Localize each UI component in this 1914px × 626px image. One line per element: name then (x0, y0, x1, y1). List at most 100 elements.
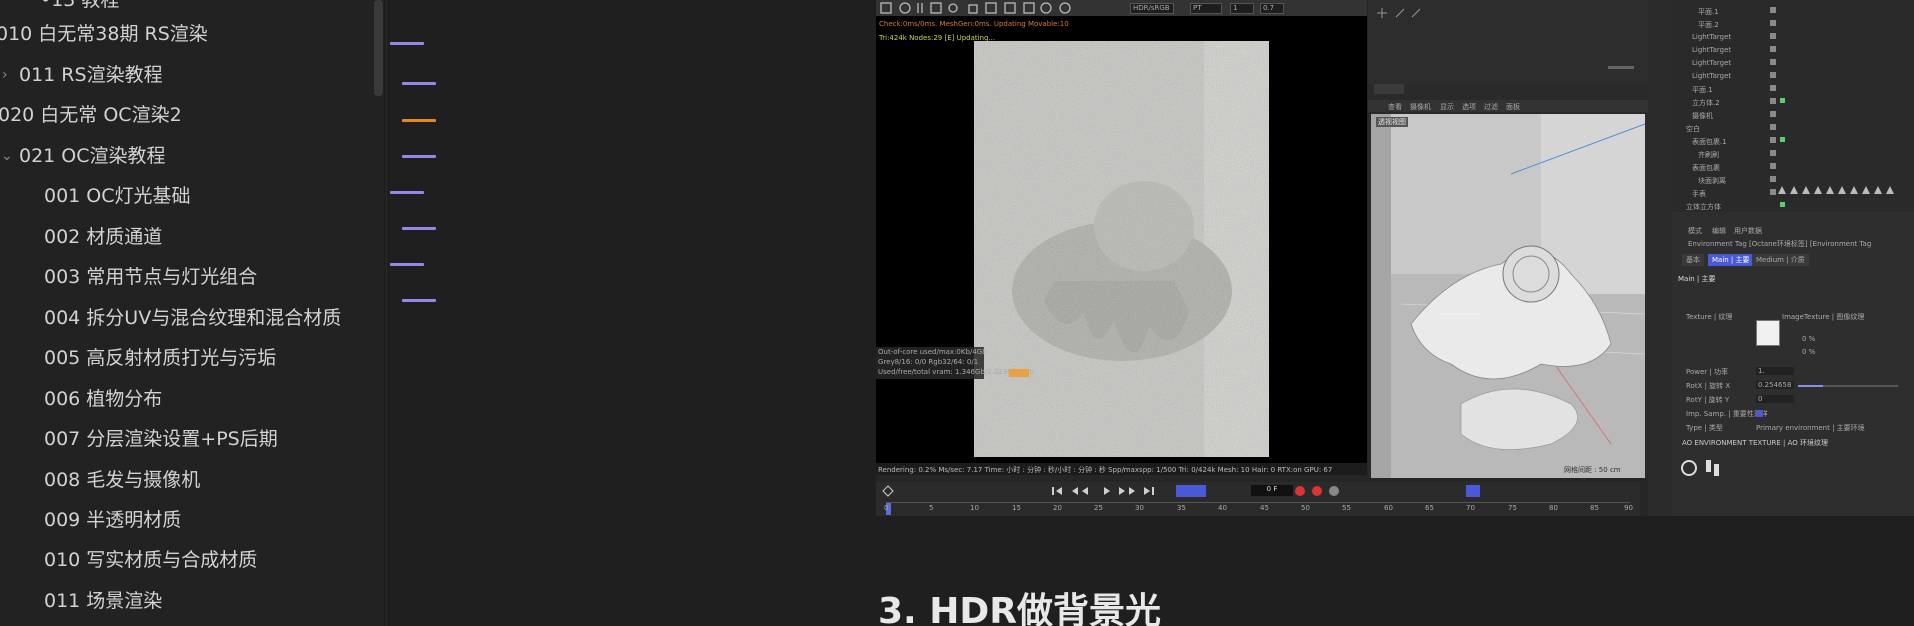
texture-preview-thumbnail (1756, 320, 1780, 346)
object-item[interactable]: 立方体.2 (1692, 98, 1720, 108)
sidebar-item-label: 011 场景渲染 (44, 590, 163, 612)
roty-input[interactable]: 0 (1756, 395, 1794, 403)
sidebar-item[interactable]: 005 高反射材质打光与污垢 (44, 340, 276, 376)
perspective-viewport[interactable] (1371, 114, 1645, 478)
attribute-manager: 模式 编辑 用户数据 Environment Tag [Octane环境标签] … (1672, 212, 1914, 516)
minimap-mark[interactable] (402, 155, 436, 158)
chevron-right-icon[interactable]: › (2, 57, 8, 93)
power-label: Power | 功率 (1686, 368, 1728, 376)
timeline-tick: 20 (1053, 504, 1062, 512)
object-item[interactable]: 空白 (1686, 124, 1700, 134)
toolbar-value-input[interactable]: 0.7 (1260, 3, 1284, 14)
object-item[interactable]: 块面剥离 (1698, 176, 1726, 186)
timeline[interactable]: 0 F 0 5 10 15 20 25 30 35 40 45 50 55 60… (876, 482, 1640, 516)
chevron-down-icon[interactable]: ⌄ (1, 138, 13, 174)
sidebar-item[interactable]: 006 植物分布 (44, 381, 162, 417)
timeline-tick: 50 (1301, 504, 1310, 512)
attr-tab-basic[interactable]: 基本 (1682, 254, 1704, 266)
viewport-menu-options[interactable]: 选项 (1462, 102, 1476, 112)
kernel-select[interactable]: PT (1190, 3, 1222, 14)
object-item[interactable]: 平面.2 (1698, 20, 1719, 30)
view-toggle-icon[interactable] (1374, 84, 1404, 94)
ao-texture-group[interactable]: AO ENVIRONMENT TEXTURE | AO 环境纹理 (1682, 438, 1828, 448)
sidebar-item[interactable]: 002 材质通道 (44, 219, 162, 255)
octane-render-view[interactable]: Check:0ms/0ms. MeshGen:0ms. Updating Mov… (876, 16, 1367, 463)
zoom-slider[interactable] (1608, 66, 1634, 69)
viewport-menu-panel[interactable]: 面板 (1506, 102, 1520, 112)
sidebar-item[interactable]: 007 分层渲染设置+PS后期 (44, 421, 278, 457)
object-item[interactable]: 平面.1 (1698, 7, 1719, 17)
sidebar-item-label: 007 分层渲染设置+PS后期 (44, 428, 278, 450)
object-item[interactable]: 表面包裹.1 (1692, 137, 1727, 147)
object-item[interactable]: 齐刷刷 (1698, 150, 1719, 160)
attr-menu-mode[interactable]: 模式 (1688, 226, 1702, 236)
object-item[interactable]: 立体立方体 (1686, 202, 1721, 212)
percent-field[interactable]: 0 % (1802, 348, 1815, 356)
minimap-mark[interactable] (402, 299, 436, 302)
sidebar-item-label: 003 常用节点与灯光组合 (44, 266, 258, 288)
type-select[interactable]: Primary environment | 主要环境 (1756, 423, 1865, 433)
pane-divider[interactable] (386, 0, 387, 626)
timeline-tick: 75 (1508, 504, 1517, 512)
timeline-tick: 80 (1549, 504, 1558, 512)
timeline-tick: 90 (1624, 504, 1633, 512)
render-status-bar: Rendering: 0.2% Ms/sec: 7.17 Time: 小时 : … (876, 463, 1367, 475)
viewport-menu-view[interactable]: 查看 (1388, 102, 1402, 112)
minimap-mark[interactable] (390, 263, 424, 266)
tonemap-select[interactable]: HDR/sRGB (1130, 3, 1174, 14)
sidebar-item[interactable]: 008 毛发与摄像机 (44, 462, 200, 498)
attr-menu-userdata[interactable]: 用户数据 (1734, 226, 1762, 236)
tag-icons-icon[interactable] (1776, 182, 1906, 198)
sidebar-item[interactable]: 009 半透明材质 (44, 502, 181, 538)
material-tools-icon[interactable] (1374, 5, 1434, 21)
object-item[interactable]: LightTarget (1692, 72, 1731, 80)
object-item[interactable]: 摄像机 (1692, 111, 1713, 121)
minimap-mark[interactable] (402, 119, 436, 122)
percent-field[interactable]: 0 % (1802, 335, 1815, 343)
minimap-mark[interactable] (390, 42, 424, 45)
sidebar-item-label: 010 白无常38期 RS渲染 (0, 23, 208, 45)
sidebar-scrollbar[interactable] (374, 0, 383, 96)
object-item[interactable]: 表面包裹 (1692, 163, 1720, 173)
object-flags-icon[interactable] (1770, 0, 1810, 212)
timeline-tick: 85 (1590, 504, 1599, 512)
power-input[interactable]: 1. (1756, 367, 1794, 375)
render-statistics: Rendering: 0.2% Ms/sec: 7.17 Time: 小时 : … (878, 466, 1333, 474)
rotx-input[interactable]: 0.254658 (1756, 381, 1794, 389)
roty-label: RotY | 旋转 Y (1686, 396, 1730, 404)
texture-shader-link[interactable]: ImageTexture | 图像纹理 (1782, 312, 1864, 322)
attr-tab-medium[interactable]: Medium | 介质 (1752, 254, 1809, 266)
attr-menu-edit[interactable]: 编辑 (1712, 226, 1726, 236)
sidebar-item-label: 008 毛发与摄像机 (44, 469, 201, 491)
timeline-tick: 40 (1218, 504, 1227, 512)
viewport-menu-display[interactable]: 显示 (1440, 102, 1454, 112)
timeline-ruler (886, 502, 1630, 503)
toolbar-value-input[interactable]: 1 (1230, 3, 1254, 14)
minimap-mark[interactable] (402, 82, 436, 85)
sidebar-item[interactable]: 004 拆分UV与混合纹理和混合材质 (44, 300, 341, 336)
object-item[interactable]: 手表 (1692, 189, 1706, 199)
sidebar-item[interactable]: 020 白无常 OC渲染2 (0, 97, 182, 133)
current-frame-field[interactable]: 0 F (1251, 485, 1293, 496)
viewport-menu-camera[interactable]: 摄像机 (1410, 102, 1431, 112)
render-warning: Check:0ms/0ms. MeshGen:0ms. Updating Mov… (879, 20, 1069, 28)
sidebar-item[interactable]: 010 写实材质与合成材质 (44, 542, 257, 578)
object-item[interactable]: LightTarget (1692, 33, 1731, 41)
minimap-mark[interactable] (402, 227, 436, 230)
texture-label: Texture | 纹理 (1686, 313, 1733, 321)
object-item[interactable]: LightTarget (1692, 59, 1731, 67)
timeline-tick: 70 (1466, 504, 1475, 512)
timeline-tick: 60 (1384, 504, 1393, 512)
sidebar-item[interactable]: 003 常用节点与灯光组合 (44, 259, 257, 295)
viewport-menu-filter[interactable]: 过滤 (1484, 102, 1498, 112)
object-item[interactable]: LightTarget (1692, 46, 1731, 54)
sidebar-item[interactable]: 001 OC灯光基础 (44, 178, 191, 214)
attr-tab-main[interactable]: Main | 主要 (1708, 254, 1754, 266)
sidebar-item[interactable]: 010 白无常38期 RS渲染 (0, 16, 208, 52)
sidebar-item[interactable]: 011 场景渲染 (44, 583, 162, 619)
object-item[interactable]: 平面.1 (1692, 85, 1713, 95)
memory-stats-panel: Out-of-core used/max:0Kb/4Gb Grey8/16: 0… (876, 347, 1034, 379)
importance-sampling-checkbox[interactable] (1756, 410, 1763, 417)
timeline-tick: 10 (970, 504, 979, 512)
minimap-mark[interactable] (390, 191, 424, 194)
